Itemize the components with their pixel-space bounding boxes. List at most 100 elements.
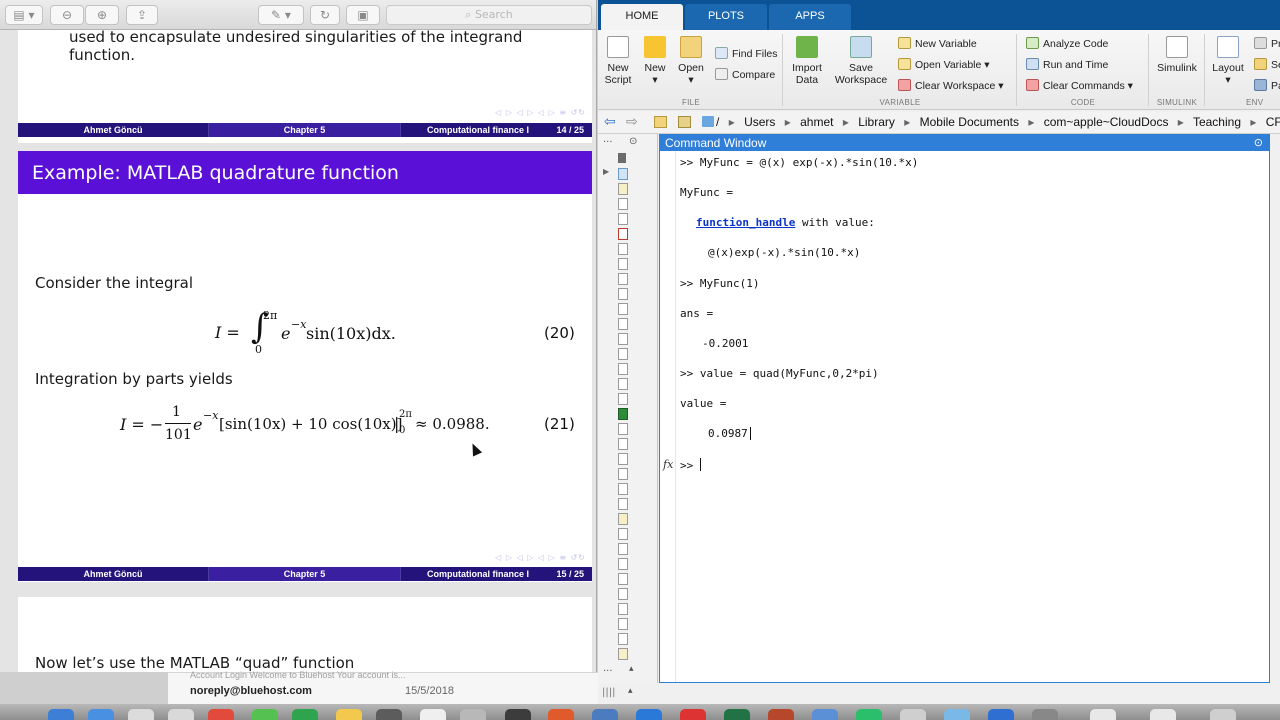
photos-icon[interactable] [376,709,402,720]
search-input[interactable]: ⌕ Search [386,5,592,25]
markup-button[interactable]: ✎ ▾ [258,5,304,25]
eq20-upper-limit: 2π [263,309,278,322]
skype-icon[interactable] [812,709,838,720]
status-expand-icon[interactable]: ▴ [628,686,633,696]
powerpoint-icon[interactable] [768,709,794,720]
breadcrumb[interactable]: / ▸ Users ▸ ahmet ▸ Library ▸ Mobile Doc… [716,115,1280,129]
fx-icon[interactable]: fx [663,458,673,471]
matlab-icon[interactable] [548,709,574,720]
clear-workspace-button[interactable]: Clear Workspace ▾ [898,79,1004,92]
footer-chapter: Chapter 5 [209,567,401,581]
pdf-document-scroll[interactable]: used to encapsulate undesired singularit… [5,30,593,672]
breadcrumb-item[interactable]: / [716,115,719,129]
mail-sender[interactable]: noreply@bluehost.com [190,685,312,697]
sidebar-toggle-button[interactable]: ▤ ▾ [5,5,43,25]
rotate-button[interactable]: ↻ [310,5,340,25]
file-icon [618,333,628,345]
messages-icon[interactable] [252,709,278,720]
breadcrumb-item[interactable]: Mobile Documents [920,115,1019,129]
forward-icon[interactable]: ⇨ [626,113,638,130]
zoom-out-button[interactable]: ⊖ [50,5,84,25]
app-store-icon[interactable] [88,709,114,720]
compare-button[interactable]: Compare [715,68,775,81]
new-variable-button[interactable]: New Variable [898,37,977,50]
panel-menu-icon[interactable]: ··· [603,137,613,148]
beamer-nav-icons[interactable]: ◁ ▷ ◁ ▷ ◁ ▷ ≡ ↺↻ [495,108,586,117]
find-files-button[interactable]: Find Files [715,47,778,60]
save-workspace-button[interactable]: Save Workspace [834,36,888,86]
clear-commands-button[interactable]: Clear Commands ▾ [1026,79,1133,92]
whatsapp-icon[interactable] [856,709,882,720]
preferences-button[interactable]: Pr [1254,37,1280,50]
dropbox-icon[interactable] [988,709,1014,720]
mail-preview: Account Login Welcome to Bluehost Your a… [190,670,406,680]
run-and-time-button[interactable]: Run and Time [1026,58,1108,71]
notes-icon[interactable] [336,709,362,720]
breadcrumb-separator: ▸ [728,115,735,129]
open-variable-button[interactable]: Open Variable ▾ [898,58,990,71]
function-handle-link[interactable]: function_handle [696,216,795,229]
panel-more-icon[interactable]: ··· [603,666,613,677]
share-button[interactable]: ⇪ [126,5,158,25]
file-icon [618,363,628,375]
trash-icon[interactable] [1210,709,1236,720]
eq21-e: e [193,415,203,434]
zoom-in-button[interactable]: ⊕ [85,5,119,25]
tex-icon[interactable] [505,709,531,720]
up-folder-icon[interactable] [654,116,667,128]
terminal-icon[interactable] [900,709,926,720]
app-icon[interactable] [1032,709,1058,720]
panel-collapse-icon[interactable]: ▴ [629,664,634,674]
mail-date: 15/5/2018 [405,685,454,697]
analyze-code-icon [1026,37,1039,49]
excel-icon[interactable] [724,709,750,720]
breadcrumb-item[interactable]: com~apple~CloudDocs [1044,115,1169,129]
breadcrumb-item[interactable]: Teaching [1193,115,1241,129]
word-icon[interactable] [592,709,618,720]
pdf-page-15: Example: MATLAB quadrature function Cons… [18,151,592,582]
new-script-button[interactable]: New Script [602,36,634,86]
mail-icon[interactable] [168,709,194,720]
clear-commands-label: Clear Commands [1043,80,1125,92]
command-window-options-icon[interactable]: ⊙ [1254,135,1263,151]
toolbox-button[interactable]: ▣ [346,5,380,25]
breadcrumb-item[interactable]: CF Te [1266,115,1280,129]
simulink-button[interactable]: Simulink [1154,36,1200,74]
parallel-button[interactable]: Pa [1254,79,1280,92]
analyze-code-button[interactable]: Analyze Code [1026,37,1108,50]
set-path-button[interactable]: Se [1254,58,1280,71]
breadcrumb-item[interactable]: Users [744,115,775,129]
command-line: >> value = quad(MyFunc,0,2*pi) [680,367,879,380]
browse-folder-icon[interactable] [678,116,691,128]
new-button[interactable]: New ▾ [642,36,668,86]
tab-plots[interactable]: PLOTS [685,4,767,30]
current-folder-panel[interactable]: ··· ⊙ ▶ ··· ▴ [598,134,658,704]
preview-icon[interactable] [420,709,446,720]
downloads-stack-icon[interactable] [1090,709,1116,720]
panel-options-icon[interactable]: ⊙ [629,136,637,147]
texshop-icon[interactable] [460,709,486,720]
tab-apps[interactable]: APPS [769,4,851,30]
gear-icon [1254,37,1267,49]
import-data-button[interactable]: Import Data [788,36,826,86]
breadcrumb-item[interactable]: Library [858,115,895,129]
layout-button[interactable]: Layout ▾ [1210,36,1246,86]
documents-stack-icon[interactable] [1150,709,1176,720]
safari-icon[interactable] [128,709,154,720]
outlook-icon[interactable] [636,709,662,720]
breadcrumb-item[interactable]: ahmet [800,115,833,129]
command-prompt[interactable]: >> [680,458,701,472]
command-output[interactable]: >> MyFunc = @(x) exp(-x).*sin(10.*x) MyF… [660,151,1269,682]
command-window[interactable]: Command Window ⊙ >> MyFunc = @(x) exp(-x… [659,134,1270,683]
notification-app-icon[interactable] [680,709,706,720]
back-icon[interactable]: ⇦ [604,113,616,130]
facetime-icon[interactable] [292,709,318,720]
finder-icon[interactable] [48,709,74,720]
folder-icon [680,36,702,58]
calendar-icon[interactable] [208,709,234,720]
system-preferences-icon[interactable] [944,709,970,720]
open-button[interactable]: Open ▾ [676,36,706,86]
tab-home[interactable]: HOME [601,4,683,30]
expand-arrow-icon[interactable]: ▶ [603,167,609,176]
beamer-nav-icons[interactable]: ◁ ▷ ◁ ▷ ◁ ▷ ≡ ↺↻ [495,553,586,562]
